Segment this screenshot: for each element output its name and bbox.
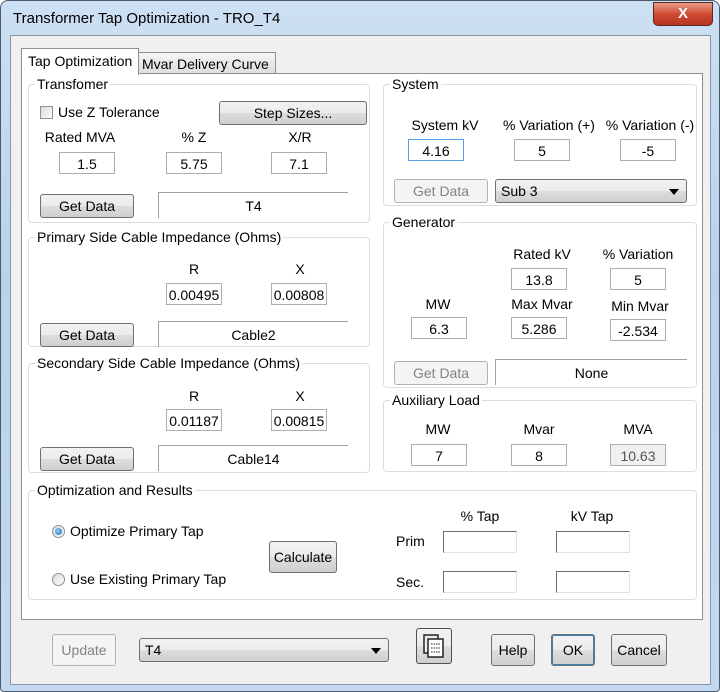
tab-panel: Transfomer Use Z Tolerance Step Sizes...… (21, 73, 703, 620)
variation-plus-field[interactable]: 5 (514, 139, 570, 161)
chevron-down-icon (371, 648, 381, 654)
optimize-primary-tap-radio[interactable] (52, 525, 65, 538)
prim-row-label: Prim (396, 533, 425, 549)
variation-minus-field[interactable]: -5 (620, 139, 676, 161)
pct-z-label: % Z (181, 129, 207, 145)
variation-plus-label: % Variation (+) (503, 117, 595, 133)
variation-minus-label: % Variation (-) (605, 117, 695, 133)
calculate-button[interactable]: Calculate (269, 541, 337, 573)
dialog-client: Tap Optimization Mvar Delivery Curve Tra… (10, 35, 711, 685)
step-sizes-button[interactable]: Step Sizes... (219, 101, 367, 125)
aux-mw-field[interactable]: 7 (411, 444, 467, 466)
transformer-select[interactable]: T4 (139, 638, 389, 662)
system-kv-label: System kV (411, 117, 479, 133)
rated-mva-label: Rated MVA (44, 129, 116, 145)
primary-r-label: R (188, 261, 200, 277)
transformer-select-value: T4 (145, 642, 162, 658)
close-icon: X (677, 5, 688, 22)
system-bus-select[interactable]: Sub 3 (495, 179, 687, 203)
system-legend: System (392, 76, 439, 92)
use-existing-primary-tap-label: Use Existing Primary Tap (70, 571, 227, 587)
gen-mw-field[interactable]: 6.3 (411, 317, 467, 339)
xr-label: X/R (288, 129, 312, 145)
secondary-r-label: R (188, 388, 200, 404)
help-button[interactable]: Help (491, 634, 535, 666)
primary-x-field[interactable]: 0.00808 (271, 283, 327, 305)
transformer-legend: Transfomer (37, 76, 109, 92)
system-kv-field[interactable]: 4.16 (408, 139, 464, 161)
sec-row-label: Sec. (396, 574, 425, 590)
use-z-tolerance-checkbox[interactable] (40, 106, 53, 119)
optimize-primary-tap-label: Optimize Primary Tap (70, 523, 204, 539)
system-bus-value: Sub 3 (501, 183, 538, 199)
generator-get-data-button[interactable]: Get Data (394, 361, 488, 385)
aux-load-legend: Auxiliary Load (392, 392, 480, 408)
pct-z-field[interactable]: 5.75 (166, 152, 222, 174)
transformer-name-display: T4 (158, 192, 348, 218)
gen-rated-kv-field[interactable]: 13.8 (511, 268, 567, 290)
aux-mw-label: MW (425, 421, 451, 437)
tab-tap-optimization[interactable]: Tap Optimization (21, 48, 140, 75)
tab-mvar-delivery-curve[interactable]: Mvar Delivery Curve (135, 52, 276, 75)
close-button[interactable]: X (653, 2, 713, 26)
library-icon (423, 634, 444, 658)
generator-name-display: None (495, 359, 687, 385)
aux-mvar-field[interactable]: 8 (511, 444, 567, 466)
secondary-r-field[interactable]: 0.01187 (166, 409, 222, 431)
aux-mva-field: 10.63 (610, 444, 666, 466)
update-button[interactable]: Update (52, 634, 116, 666)
ok-button[interactable]: OK (551, 634, 595, 666)
primary-cable-get-data-button[interactable]: Get Data (40, 323, 134, 347)
system-get-data-button[interactable]: Get Data (394, 179, 488, 203)
transformer-get-data-button[interactable]: Get Data (40, 194, 134, 218)
gen-max-mvar-label: Max Mvar (511, 296, 573, 312)
prim-pct-tap-field[interactable] (443, 531, 517, 553)
sec-kv-tap-field[interactable] (556, 571, 630, 593)
chevron-down-icon (669, 189, 679, 195)
gen-rated-kv-label: Rated kV (513, 246, 571, 262)
aux-mva-label: MVA (623, 421, 653, 437)
primary-r-field[interactable]: 0.00495 (166, 283, 222, 305)
cancel-button[interactable]: Cancel (611, 634, 667, 666)
primary-cable-legend: Primary Side Cable Impedance (Ohms) (37, 229, 282, 245)
primary-x-label: X (295, 261, 305, 277)
dialog-window: Transformer Tap Optimization - TRO_T4 X … (0, 0, 720, 692)
secondary-cable-name-display: Cable14 (158, 445, 348, 471)
window-title: Transformer Tap Optimization - TRO_T4 (13, 10, 281, 27)
library-button[interactable] (416, 628, 452, 664)
title-bar: Transformer Tap Optimization - TRO_T4 X (1, 1, 719, 35)
gen-max-mvar-field[interactable]: 5.286 (511, 317, 567, 339)
generator-legend: Generator (392, 214, 456, 230)
gen-min-mvar-field[interactable]: -2.534 (610, 319, 666, 341)
kv-tap-label: kV Tap (570, 508, 614, 524)
secondary-cable-get-data-button[interactable]: Get Data (40, 447, 134, 471)
use-z-tolerance-label: Use Z Tolerance (58, 104, 160, 120)
aux-mvar-label: Mvar (523, 421, 555, 437)
optimization-legend: Optimization and Results (37, 482, 193, 498)
primary-cable-name-display: Cable2 (158, 321, 348, 347)
gen-mw-label: MW (425, 296, 451, 312)
secondary-cable-legend: Secondary Side Cable Impedance (Ohms) (37, 355, 301, 371)
rated-mva-field[interactable]: 1.5 (59, 152, 115, 174)
gen-min-mvar-label: Min Mvar (611, 298, 669, 314)
sec-pct-tap-field[interactable] (443, 571, 517, 593)
secondary-x-field[interactable]: 0.00815 (271, 409, 327, 431)
pct-tap-label: % Tap (460, 508, 500, 524)
use-existing-primary-tap-radio[interactable] (52, 573, 65, 586)
gen-pct-variation-field[interactable]: 5 (610, 268, 666, 290)
gen-pct-variation-label: % Variation (602, 246, 674, 262)
xr-field[interactable]: 7.1 (271, 152, 327, 174)
prim-kv-tap-field[interactable] (556, 531, 630, 553)
secondary-x-label: X (295, 388, 305, 404)
